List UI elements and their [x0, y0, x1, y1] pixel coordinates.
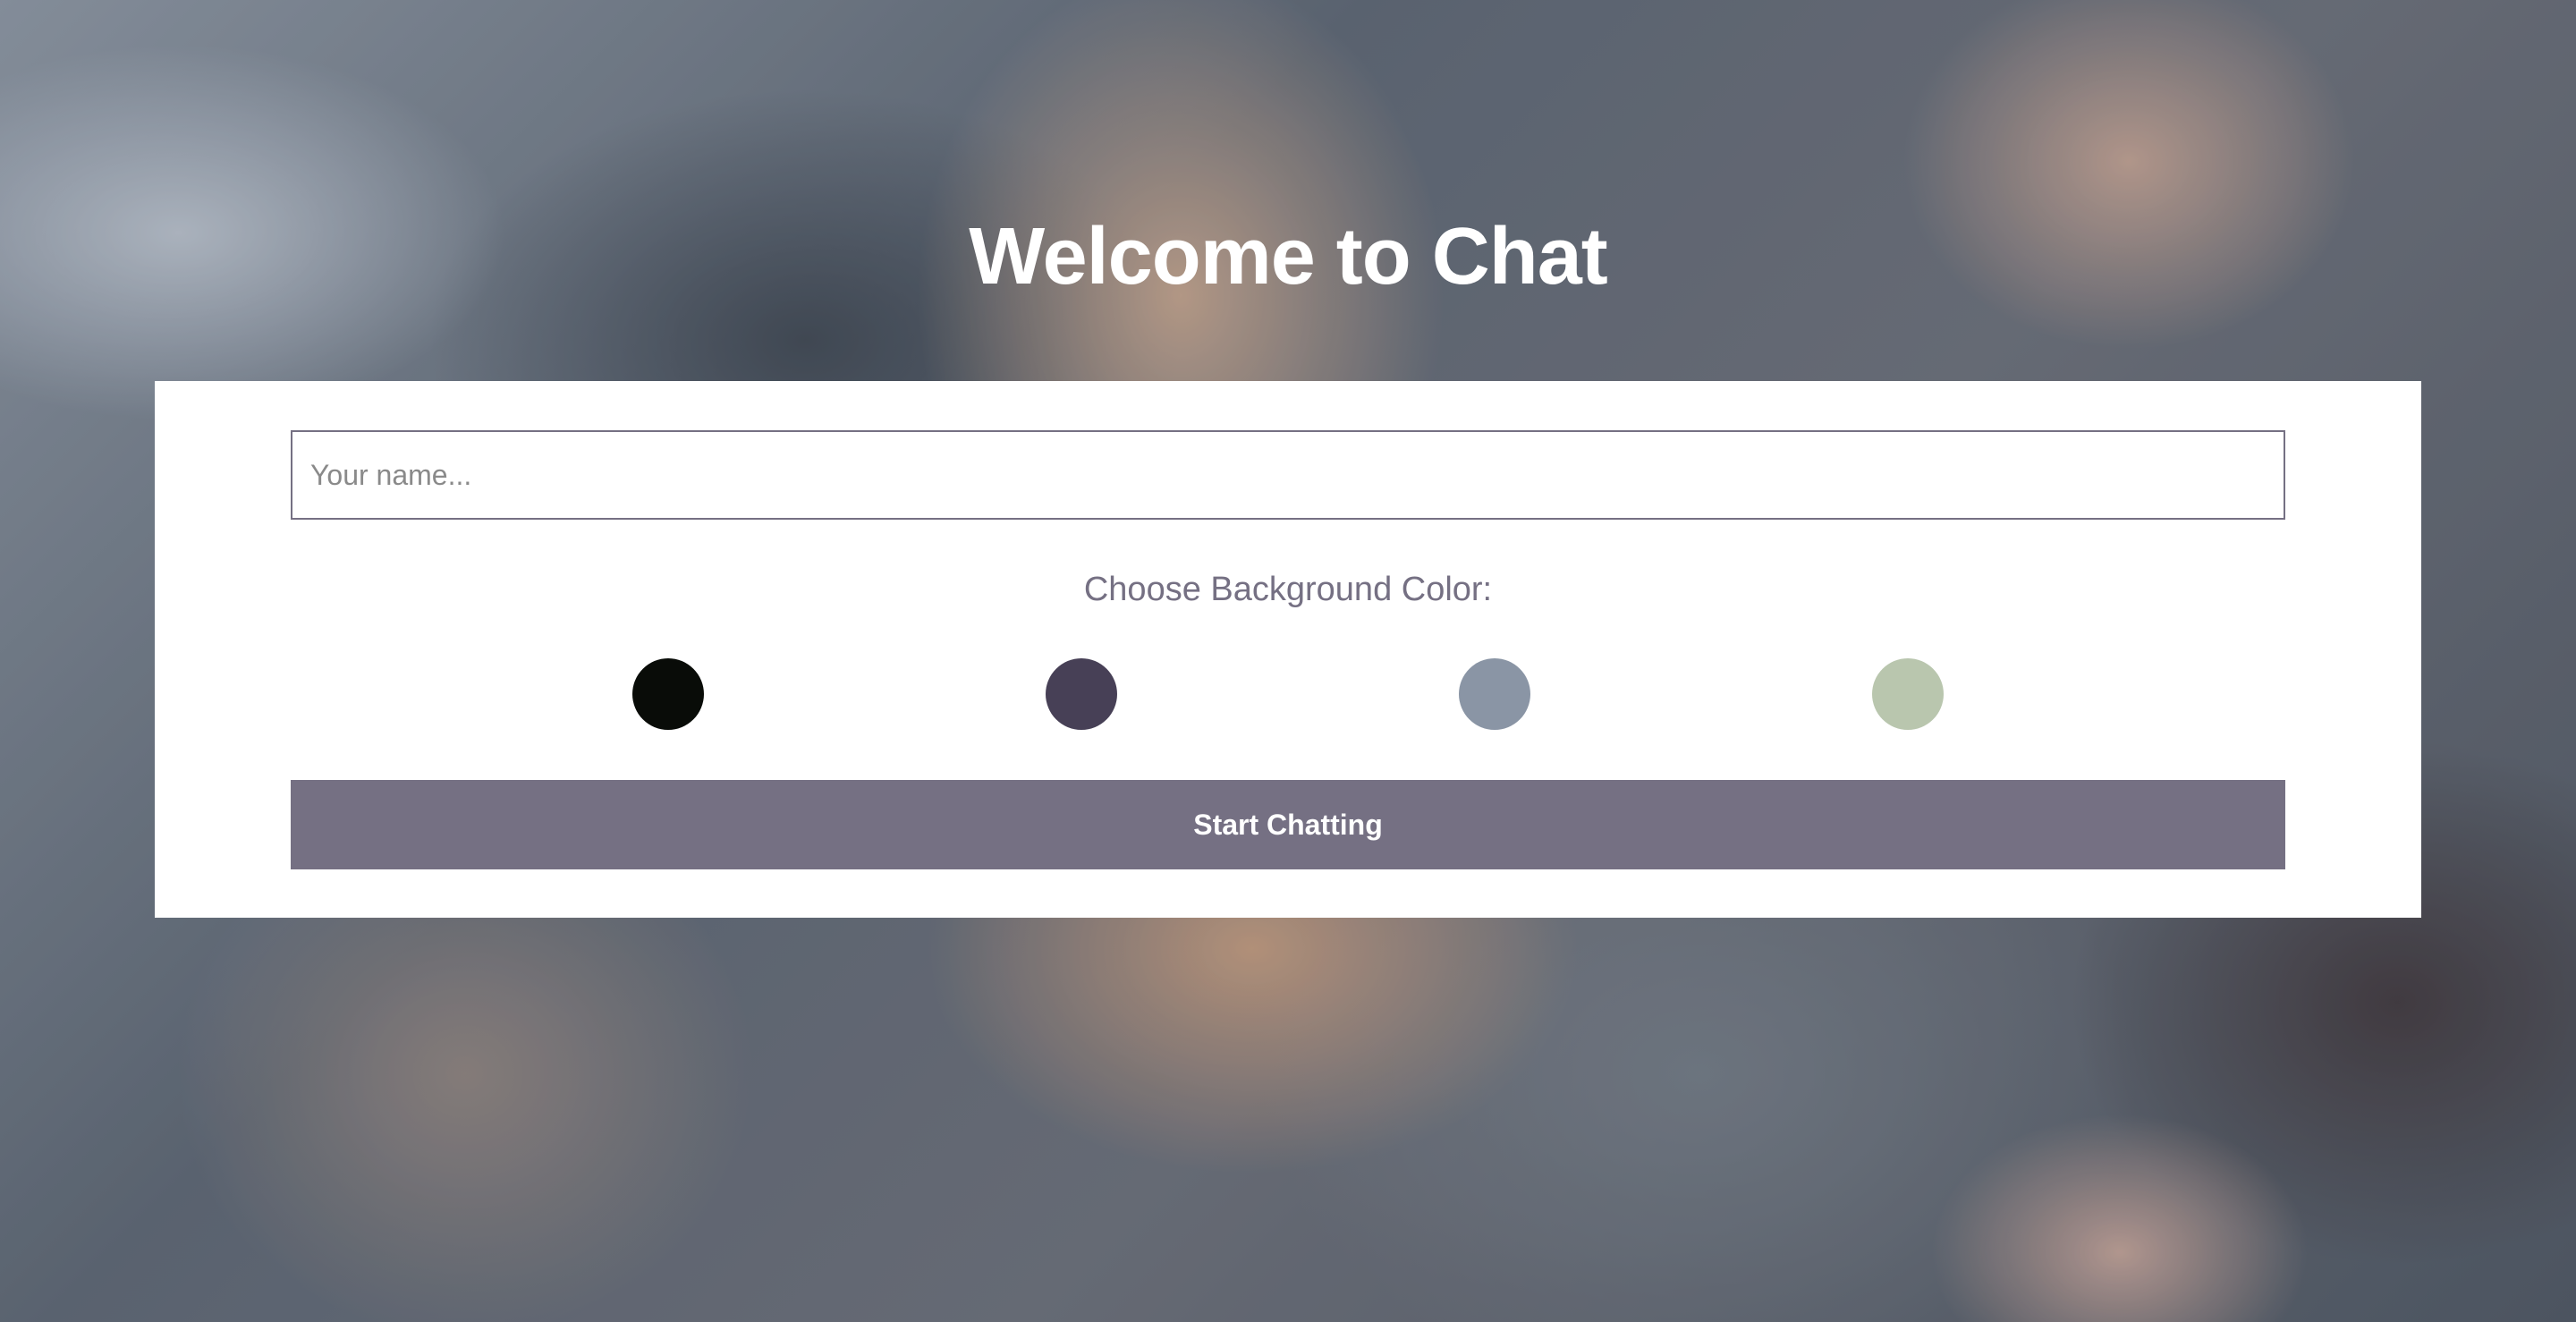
color-swatch-sage-green[interactable]: [1872, 658, 1944, 730]
color-swatch-black[interactable]: [632, 658, 704, 730]
name-input[interactable]: [291, 430, 2285, 520]
color-swatch-gray-blue[interactable]: [1459, 658, 1530, 730]
color-swatch-purple[interactable]: [1046, 658, 1117, 730]
start-form-panel: Choose Background Color: Start Chatting: [155, 381, 2421, 918]
background-color-label: Choose Background Color:: [1083, 571, 1493, 608]
start-chatting-button[interactable]: Start Chatting: [291, 780, 2285, 869]
page-title: Welcome to Chat: [969, 212, 1607, 301]
